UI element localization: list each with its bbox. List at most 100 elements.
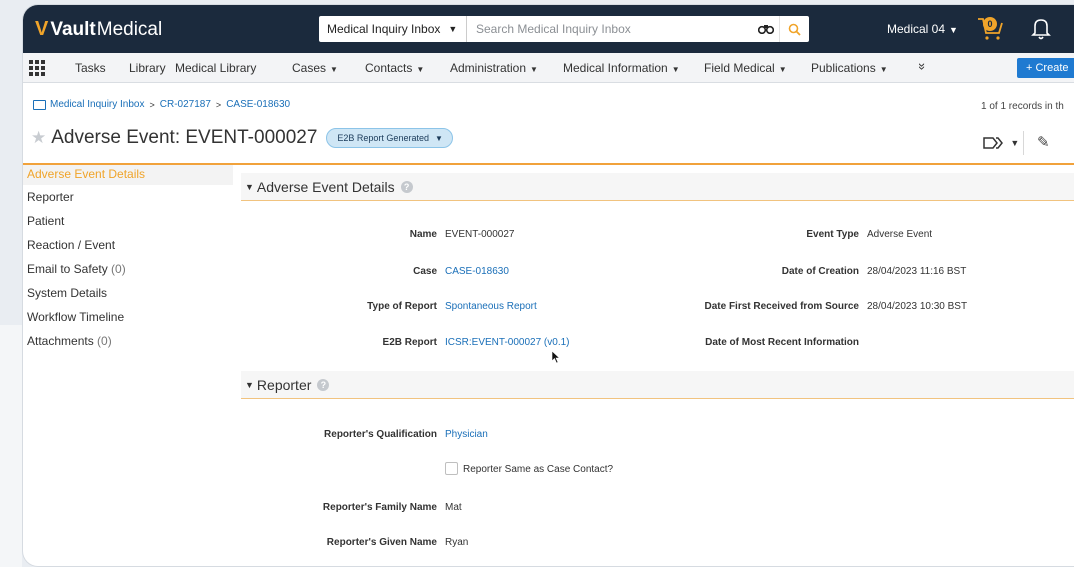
section-title: Reporter	[256, 376, 312, 393]
section-nav-email-to-safety[interactable]: Email to Safety (0)	[23, 257, 233, 281]
field-value: Mat	[445, 502, 462, 513]
qualification-link[interactable]: Physician	[445, 429, 488, 440]
section-nav-label: Patient	[27, 214, 65, 228]
help-icon[interactable]: ?	[317, 378, 330, 391]
nav-library[interactable]: Library	[129, 61, 166, 75]
caret-down-icon: ▼	[949, 25, 958, 35]
field-value: 28/04/2023 11:16 BST	[867, 266, 967, 277]
section-nav-count: (0)	[97, 334, 112, 348]
binoculars-icon[interactable]	[753, 22, 779, 37]
user-menu[interactable]: Medical 04 ▼	[887, 22, 958, 36]
nav-field-medical[interactable]: Field Medical ▼	[704, 61, 787, 75]
status-badge[interactable]: E2B Report Generated ▼	[326, 128, 453, 148]
background-panel	[0, 325, 22, 567]
cart-button[interactable]: 0	[975, 13, 1005, 43]
section-title: Adverse Event Details	[256, 178, 395, 195]
create-button[interactable]: + Create	[1017, 58, 1074, 78]
breadcrumb-separator: >	[215, 99, 222, 110]
section-nav-count: (0)	[111, 262, 126, 276]
section-nav-label: Email to Safety	[27, 262, 108, 276]
breadcrumb-level1[interactable]: CR-027187	[160, 99, 211, 110]
section-nav-system-details[interactable]: System Details	[23, 281, 233, 305]
notifications-button[interactable]	[1029, 15, 1053, 43]
search-icon[interactable]	[779, 16, 809, 42]
nav-medical-library[interactable]: Medical Library	[175, 61, 256, 75]
section-header-reporter[interactable]: ▼ Reporter ?	[241, 371, 1074, 399]
help-icon[interactable]: ?	[400, 180, 413, 193]
section-nav: Adverse Event Details Reporter Patient R…	[23, 165, 233, 353]
search-bar: Medical Inquiry Inbox ▼	[319, 16, 809, 42]
breadcrumb-level2[interactable]: CASE-018630	[226, 99, 290, 110]
report-type-link[interactable]: Spontaneous Report	[445, 301, 537, 312]
main-nav: Tasks Library Medical Library Cases ▼ Con…	[23, 53, 1074, 83]
section-header-details[interactable]: ▼ Adverse Event Details ?	[241, 173, 1074, 201]
field-value: EVENT-000027	[445, 229, 515, 240]
logo-vault: Vault	[50, 18, 96, 40]
caret-down-icon: ▼	[671, 65, 680, 74]
checkbox-label: Reporter Same as Case Contact?	[463, 464, 614, 475]
nav-label: Medical Library	[175, 61, 257, 75]
search-input[interactable]	[467, 16, 753, 42]
caret-down-icon: ▼	[530, 65, 538, 74]
section-nav-label: Attachments	[27, 334, 94, 348]
bell-icon	[1031, 19, 1051, 40]
vault-medical-logo[interactable]: V Vault Medical	[35, 18, 162, 41]
divider	[1023, 131, 1024, 155]
pencil-icon[interactable]: ✎	[1037, 133, 1050, 151]
field-label: Type of Report	[367, 301, 437, 312]
collapse-icon[interactable]: ▼	[245, 182, 254, 192]
field-label: Date First Received from Source	[704, 301, 860, 312]
caret-down-icon: ▼	[778, 65, 787, 74]
app-launcher-icon[interactable]	[29, 60, 45, 76]
section-nav-label: System Details	[27, 286, 108, 300]
logo-v: V	[35, 18, 49, 40]
section-nav-patient[interactable]: Patient	[23, 209, 233, 233]
nav-publications[interactable]: Publications ▼	[811, 61, 888, 75]
breadcrumb-root[interactable]: Medical Inquiry Inbox	[50, 99, 145, 110]
app-window: V Vault Medical Medical Inquiry Inbox ▼ …	[22, 4, 1074, 567]
field-label: Event Type	[806, 229, 859, 240]
reporter-section: Reporter's Qualification Physician Repor…	[241, 399, 1074, 566]
section-nav-adverse-event-details[interactable]: Adverse Event Details	[23, 165, 233, 185]
title-row: ★ Adverse Event: EVENT-000027 E2B Report…	[31, 127, 453, 149]
nav-administration[interactable]: Administration ▼	[450, 61, 538, 75]
record-count: 1 of 1 records in th	[981, 101, 1064, 112]
section-nav-workflow-timeline[interactable]: Workflow Timeline	[23, 305, 233, 329]
field-label: Date of Creation	[781, 266, 859, 277]
nav-label: Publications	[811, 61, 876, 75]
nav-label: Field Medical	[704, 61, 775, 75]
nav-label: Contacts	[365, 61, 413, 75]
same-as-contact-checkbox[interactable]	[445, 462, 458, 475]
search-scope-select[interactable]: Medical Inquiry Inbox ▼	[319, 16, 467, 42]
field-label: E2B Report	[382, 337, 437, 348]
field-label: Reporter's Family Name	[322, 502, 437, 513]
breadcrumb: Medical Inquiry Inbox > CR-027187 > CASE…	[33, 99, 290, 110]
section-nav-label: Reporter	[27, 190, 74, 204]
caret-down-icon: ▼	[330, 65, 338, 74]
nav-label: Library	[129, 61, 166, 75]
field-value: 28/04/2023 10:30 BST	[867, 301, 968, 312]
nav-cases[interactable]: Cases ▼	[292, 61, 338, 75]
nav-label: Cases	[292, 61, 327, 75]
field-label: Date of Most Recent Information	[705, 337, 859, 348]
caret-down-icon: ▼	[1010, 138, 1020, 148]
e2b-report-link[interactable]: ICSR:EVENT-000027 (v0.1)	[445, 337, 570, 348]
star-icon[interactable]: ★	[31, 128, 46, 148]
nav-label: Medical Information	[563, 61, 668, 75]
workflow-icon	[983, 137, 1003, 149]
field-label: Reporter's Qualification	[324, 429, 437, 440]
nav-label: Tasks	[75, 61, 106, 75]
collapse-icon[interactable]: ▼	[245, 380, 254, 390]
nav-contacts[interactable]: Contacts ▼	[365, 61, 424, 75]
section-nav-attachments[interactable]: Attachments (0)	[23, 329, 233, 353]
section-nav-reaction-event[interactable]: Reaction / Event	[23, 233, 233, 257]
section-nav-reporter[interactable]: Reporter	[23, 185, 233, 209]
cart-count-badge: 0	[983, 17, 997, 31]
user-name: Medical 04	[887, 22, 946, 36]
workflow-actions-button[interactable]: ▼	[983, 135, 1019, 149]
case-link[interactable]: CASE-018630	[445, 266, 509, 277]
more-nav-icon[interactable]: »	[915, 63, 930, 70]
nav-medical-information[interactable]: Medical Information ▼	[563, 61, 680, 75]
logo-medical: Medical	[96, 18, 163, 40]
nav-tasks[interactable]: Tasks	[75, 61, 106, 75]
